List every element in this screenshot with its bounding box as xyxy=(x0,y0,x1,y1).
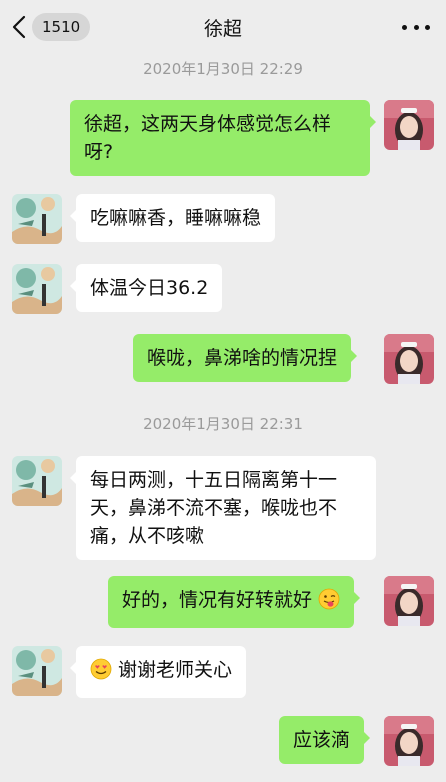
heart-eyes-emoji xyxy=(90,658,112,688)
avatar-photo-image xyxy=(384,100,434,150)
tongue-wink-emoji xyxy=(318,588,340,618)
message-bubble-incoming[interactable]: 吃嘛嘛香，睡嘛嘛稳 xyxy=(69,194,276,242)
my-avatar[interactable] xyxy=(384,716,434,766)
message-bubble-outgoing[interactable]: 应该滴 xyxy=(279,716,371,764)
my-avatar[interactable] xyxy=(384,334,434,384)
avatar-photo-image xyxy=(384,716,434,766)
avatar-illustration-image xyxy=(12,194,62,244)
dot-icon xyxy=(425,24,430,30)
more-options-button[interactable] xyxy=(402,18,430,36)
contact-avatar[interactable] xyxy=(12,264,62,314)
message-timestamp: 2020年1月30日 22:29 xyxy=(143,60,303,78)
chevron-left-icon xyxy=(12,15,26,39)
chat-title: 徐超 xyxy=(203,17,242,40)
contact-avatar[interactable] xyxy=(12,456,62,506)
my-avatar[interactable] xyxy=(384,100,434,150)
message-timestamp: 2020年1月30日 22:31 xyxy=(143,415,303,433)
contact-avatar[interactable] xyxy=(12,194,62,244)
message-bubble-outgoing[interactable]: 徐超，这两天身体感觉怎么样呀? xyxy=(70,100,376,176)
dot-icon xyxy=(413,24,419,30)
dot-icon xyxy=(402,24,407,30)
chat-header: 1510 徐超 xyxy=(0,0,446,54)
message-bubble-incoming[interactable]: 谢谢老师关心 xyxy=(69,646,247,698)
unread-count-badge: 1510 xyxy=(32,13,91,41)
my-avatar[interactable] xyxy=(384,576,434,626)
message-bubble-incoming[interactable]: 每日两测，十五日隔离第十一天，鼻涕不流不塞，喉咙也不痛，从不咳嗽 xyxy=(70,456,376,560)
back-button[interactable]: 1510 xyxy=(12,12,91,42)
avatar-photo-image xyxy=(384,334,434,384)
avatar-illustration-image xyxy=(12,456,62,506)
message-text: 谢谢老师关心 xyxy=(118,659,233,681)
message-bubble-outgoing[interactable]: 好的，情况有好转就好 xyxy=(108,576,361,628)
message-bubble-outgoing[interactable]: 喉咙，鼻涕啥的情况捏 xyxy=(133,334,358,382)
contact-avatar[interactable] xyxy=(12,646,62,696)
avatar-illustration-image xyxy=(12,646,62,696)
avatar-illustration-image xyxy=(12,264,62,314)
avatar-photo-image xyxy=(384,576,434,626)
message-text: 好的，情况有好转就好 xyxy=(122,589,313,611)
message-bubble-incoming[interactable]: 体温今日36.2 xyxy=(69,264,223,312)
